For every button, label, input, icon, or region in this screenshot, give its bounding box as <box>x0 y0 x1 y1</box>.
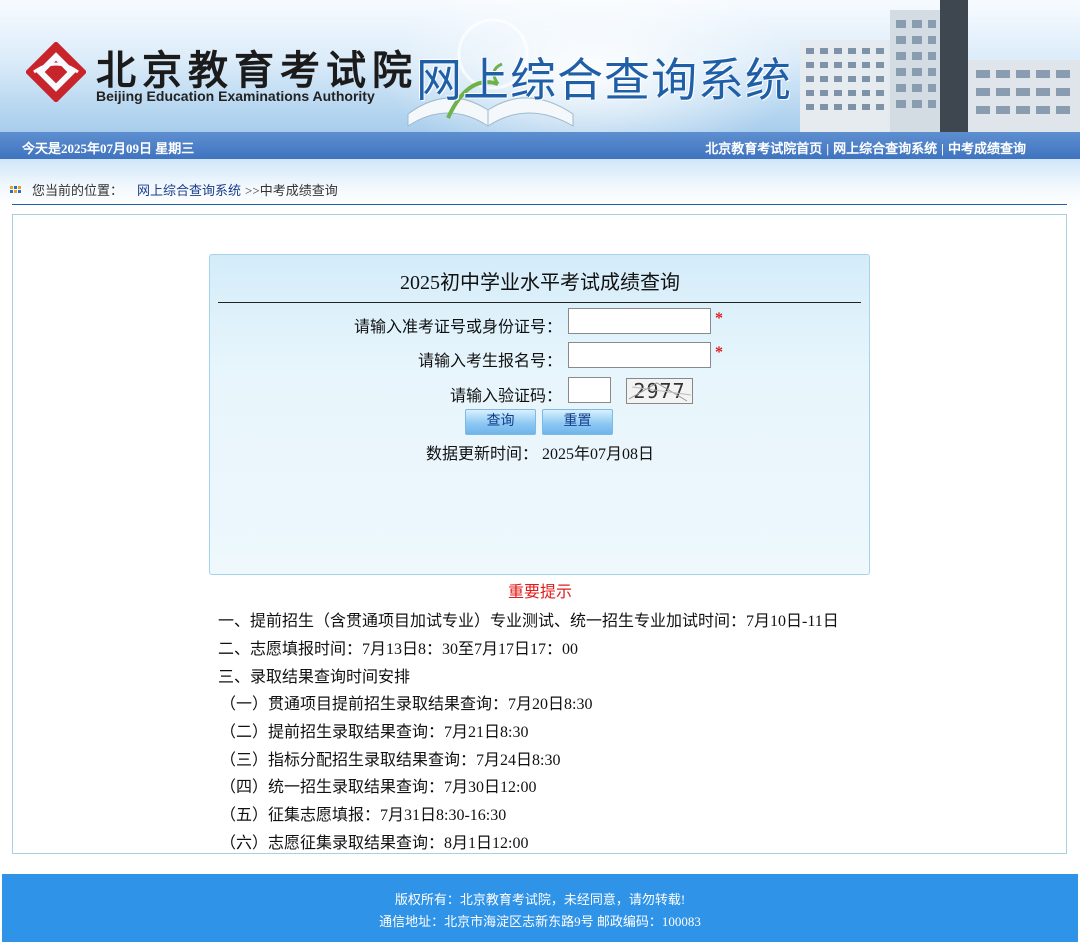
notice-line: （一）贯通项目提前招生录取结果查询：7月20日8:30 <box>220 696 593 713</box>
building-image <box>800 0 1080 132</box>
nav-link-score-query[interactable]: 中考成绩查询 <box>948 141 1026 156</box>
top-nav-bar: 今天是2025年07月09日 星期三 北京教育考试院首页 | 网上综合查询系统 | 中考… <box>0 132 1080 159</box>
header-banner: 北京教育考试院 Beijing Education Examinations A… <box>0 0 1080 132</box>
footer-address: 通信地址：北京市海淀区志新东路9号 邮政编码：100083 <box>379 914 701 929</box>
breadcrumb-link-query-system[interactable]: 网上综合查询系统 <box>137 180 241 199</box>
captcha-image[interactable]: 2977 <box>626 378 693 404</box>
registration-no-input[interactable] <box>568 342 711 368</box>
registration-no-label: 请输入考生报名号： <box>417 353 562 370</box>
exam-id-input[interactable] <box>568 308 711 334</box>
breadcrumb-prefix: 您当前的位置： <box>32 183 124 198</box>
system-title: 网上综合查询系统 <box>416 53 792 107</box>
data-update-time: 数据更新时间： 2025年07月08日 <box>425 446 654 463</box>
captcha-label: 请输入验证码： <box>449 388 562 405</box>
exam-id-label: 请输入准考证号或身份证号： <box>353 319 562 336</box>
captcha-noise-lines <box>628 382 692 402</box>
notice-title: 重要提示 <box>507 584 572 601</box>
notice-line: （四）统一招生录取结果查询：7月30日12:00 <box>220 779 537 796</box>
notice-line: （三）指标分配招生录取结果查询：7月24日8:30 <box>220 752 561 769</box>
notice-line: 三、录取结果查询时间安排 <box>218 669 411 686</box>
nav-link-query-system[interactable]: 网上综合查询系统 <box>833 141 937 156</box>
nav-separator: | <box>941 141 944 156</box>
notice-line: （六）志愿征集录取结果查询：8月1日12:00 <box>220 835 529 852</box>
notice-line: 一、提前招生（含贯通项目加试专业）专业测试、统一招生专业加试时间：7月10日-1… <box>218 613 839 630</box>
query-form-title: 2025初中学业水平考试成绩查询 <box>400 272 680 294</box>
query-form-divider <box>218 302 861 303</box>
beea-logo-icon <box>26 42 86 102</box>
notice-line: （五）征集志愿填报：7月31日8:30-16:30 <box>220 807 507 824</box>
footer-copyright: 版权所有：北京教育考试院，未经同意，请勿转载! <box>394 892 686 907</box>
footer: 版权所有：北京教育考试院，未经同意，请勿转载! 通信地址：北京市海淀区志新东路9… <box>2 874 1078 942</box>
reset-button[interactable]: 重置 <box>542 409 613 435</box>
current-date: 今天是2025年07月09日 星期三 <box>22 141 195 156</box>
notice-line: 二、志愿填报时间：7月13日8：30至7月17日17：00 <box>218 641 579 658</box>
breadcrumb-current: >>中考成绩查询 <box>245 183 338 198</box>
required-mark: * <box>715 310 723 327</box>
location-grid-icon <box>10 185 21 193</box>
breadcrumb-divider <box>12 204 1067 205</box>
breadcrumb: 您当前的位置： 网上综合查询系统 >>中考成绩查询 <box>10 180 338 199</box>
nav-link-beea-home[interactable]: 北京教育考试院首页 <box>705 141 822 156</box>
notice-line: （二）提前招生录取结果查询：7月21日8:30 <box>220 724 529 741</box>
top-nav-links: 北京教育考试院首页 | 网上综合查询系统 | 中考成绩查询 <box>705 138 1026 157</box>
query-button[interactable]: 查询 <box>465 409 536 435</box>
nav-separator: | <box>826 141 830 156</box>
captcha-input[interactable] <box>568 377 611 403</box>
logo-english-name: Beijing Education Examinations Authority <box>96 88 375 104</box>
required-mark: * <box>715 344 723 361</box>
